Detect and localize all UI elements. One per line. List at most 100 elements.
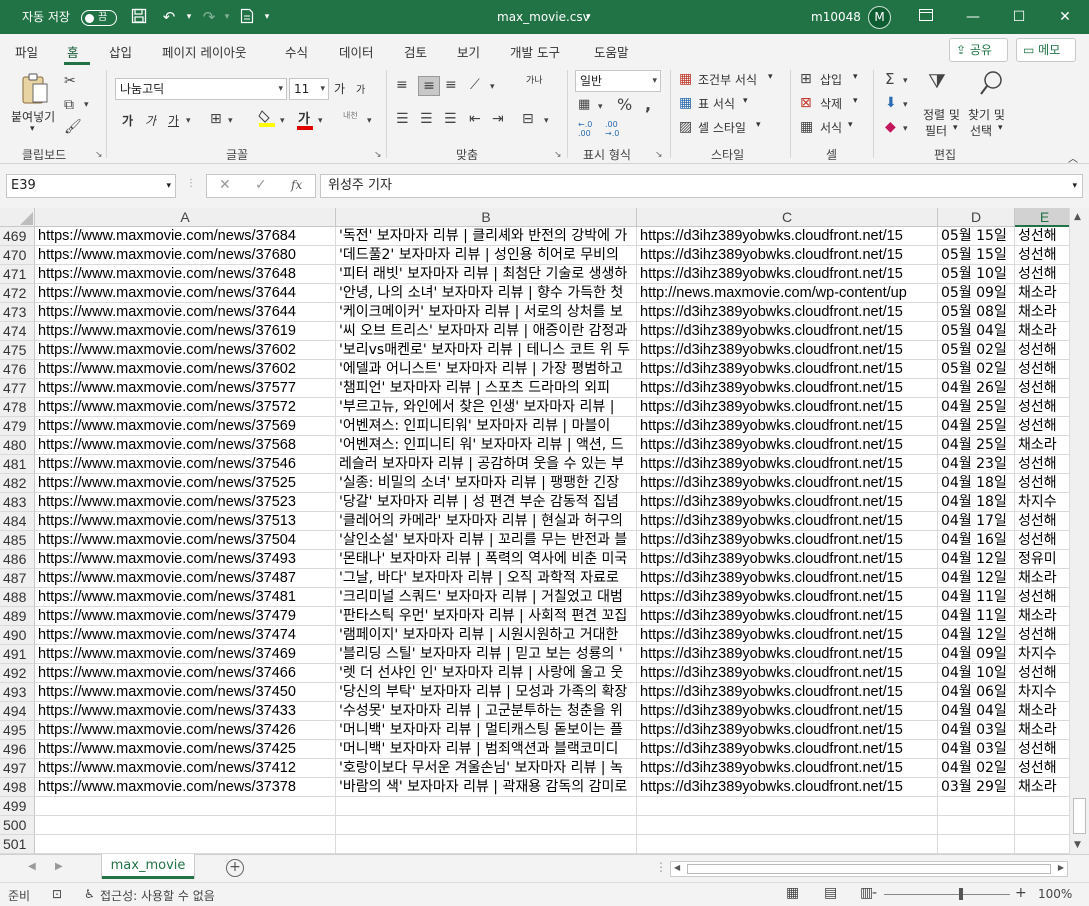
enter-icon[interactable]: ✓ — [255, 177, 267, 193]
cell-b[interactable]: 레슬러 보자마자 리뷰 | 공감하며 웃을 수 있는 부 — [336, 455, 637, 474]
column-header-b[interactable]: B — [336, 208, 637, 227]
cell-d[interactable]: 05월 15일 — [938, 246, 1015, 265]
tab-data[interactable]: 데이터 — [339, 42, 374, 61]
cell-a[interactable]: https://www.maxmovie.com/news/37426 — [35, 721, 336, 740]
row-header[interactable]: 488 — [0, 588, 35, 607]
cell-c[interactable]: https://d3ihz389yobwks.cloudfront.net/15 — [637, 398, 938, 417]
cell-e[interactable] — [1015, 816, 1069, 835]
cell-d[interactable]: 04월 06일 — [938, 683, 1015, 702]
cell-c[interactable]: https://d3ihz389yobwks.cloudfront.net/15 — [637, 588, 938, 607]
chevron-down-icon[interactable]: ▾ — [953, 123, 958, 133]
cell-b[interactable]: '머니백' 보자마자 리뷰 | 범죄액션과 블랙코미디 — [336, 740, 637, 759]
save-icon[interactable] — [130, 8, 148, 26]
cell-a[interactable]: https://www.maxmovie.com/news/37644 — [35, 303, 336, 322]
comments-button[interactable]: ▭ 메모 — [1016, 38, 1076, 62]
align-bottom-icon[interactable]: ≡ — [445, 76, 457, 94]
next-sheet-icon[interactable]: ▶ — [55, 861, 63, 872]
cell-a[interactable]: https://www.maxmovie.com/news/37568 — [35, 436, 336, 455]
cell-b[interactable]: '판타스틱 우먼' 보자마자 리뷰 | 사회적 편견 꼬집 — [336, 607, 637, 626]
cut-icon[interactable]: ✂ — [64, 72, 76, 90]
font-color-dropdown-icon[interactable]: ▾ — [318, 112, 323, 130]
decrease-indent-icon[interactable]: ⇤ — [469, 110, 481, 128]
cell-d[interactable]: 04월 12일 — [938, 569, 1015, 588]
cell-c[interactable]: https://d3ihz389yobwks.cloudfront.net/15 — [637, 531, 938, 550]
currency-icon[interactable]: ▦ — [578, 96, 590, 114]
cell-c[interactable]: https://d3ihz389yobwks.cloudfront.net/15 — [637, 683, 938, 702]
cell-a[interactable]: https://www.maxmovie.com/news/37378 — [35, 778, 336, 797]
cell-d[interactable]: 04월 17일 — [938, 512, 1015, 531]
tab-review[interactable]: 검토 — [404, 42, 427, 61]
copy-icon[interactable]: ⧉ — [64, 96, 74, 114]
row-header[interactable]: 493 — [0, 683, 35, 702]
tab-view[interactable]: 보기 — [457, 42, 480, 61]
cell-b[interactable]: '그날, 바다' 보자마자 리뷰 | 오직 과학적 자료로 — [336, 569, 637, 588]
cell-a[interactable]: https://www.maxmovie.com/news/37577 — [35, 379, 336, 398]
cell-a[interactable] — [35, 816, 336, 835]
cell-b[interactable]: '실종: 비밀의 소녀' 보자마자 리뷰 | 팽팽한 긴장 — [336, 474, 637, 493]
cell-d[interactable]: 05월 02일 — [938, 341, 1015, 360]
row-header[interactable]: 490 — [0, 626, 35, 645]
row-header[interactable]: 498 — [0, 778, 35, 797]
chevron-down-icon[interactable]: ▾ — [756, 120, 761, 130]
font-size-select[interactable]: 11 ▾ — [289, 78, 329, 100]
cell-e[interactable]: 차지수 — [1015, 493, 1069, 512]
cell-e[interactable]: 채소라 — [1015, 303, 1069, 322]
fill-icon[interactable]: ⬇ — [885, 94, 897, 112]
cell-b[interactable]: '살인소설' 보자마자 리뷰 | 꼬리를 무는 반전과 블 — [336, 531, 637, 550]
scroll-up-icon[interactable]: ▲ — [1074, 212, 1081, 222]
phonetic-icon[interactable]: 내천 — [343, 110, 358, 121]
fill-dropdown-icon[interactable]: ▾ — [903, 96, 908, 114]
formula-bar-splitter-icon[interactable]: ⋮ — [186, 178, 196, 189]
cell-e[interactable]: 성선해 — [1015, 664, 1069, 683]
cell-a[interactable]: https://www.maxmovie.com/news/37680 — [35, 246, 336, 265]
row-header[interactable]: 484 — [0, 512, 35, 531]
autosum-dropdown-icon[interactable]: ▾ — [903, 72, 908, 90]
tab-formulas[interactable]: 수식 — [285, 42, 308, 61]
cell-d[interactable] — [938, 816, 1015, 835]
fill-dropdown-icon[interactable]: ▾ — [280, 112, 285, 130]
cell-a[interactable]: https://www.maxmovie.com/news/37569 — [35, 417, 336, 436]
autosave-toggle[interactable]: 끔 — [81, 10, 117, 26]
cell-d[interactable]: 05월 10일 — [938, 265, 1015, 284]
cell-d[interactable]: 05월 02일 — [938, 360, 1015, 379]
spreadsheet-grid[interactable]: A B C D E 469 https://www.maxmovie.com/ne… — [0, 208, 1069, 854]
cell-c[interactable]: https://d3ihz389yobwks.cloudfront.net/15 — [637, 379, 938, 398]
cell-c[interactable]: https://d3ihz389yobwks.cloudfront.net/15 — [637, 246, 938, 265]
cell-a[interactable]: https://www.maxmovie.com/news/37648 — [35, 265, 336, 284]
cell-d[interactable]: 03월 29일 — [938, 778, 1015, 797]
cell-d[interactable]: 05월 15일 — [938, 227, 1015, 246]
cell-c[interactable]: https://d3ihz389yobwks.cloudfront.net/15 — [637, 265, 938, 284]
align-top-icon[interactable]: ≡ — [396, 76, 408, 94]
row-header[interactable]: 492 — [0, 664, 35, 683]
cell-b[interactable]: '클레어의 카메라' 보자마자 리뷰 | 현실과 허구의 — [336, 512, 637, 531]
cell-styles-button[interactable]: 셀 스타일 — [698, 119, 746, 136]
chevron-down-icon[interactable]: ▾ — [853, 96, 858, 106]
comma-style-icon[interactable]: , — [645, 96, 651, 114]
cell-b[interactable]: '케이크메이커' 보자마자 리뷰 | 서로의 상처를 보 — [336, 303, 637, 322]
cell-a[interactable]: https://www.maxmovie.com/news/37474 — [35, 626, 336, 645]
fill-color-icon[interactable] — [258, 108, 276, 133]
row-header[interactable]: 495 — [0, 721, 35, 740]
row-header[interactable]: 480 — [0, 436, 35, 455]
cell-e[interactable]: 성선해 — [1015, 626, 1069, 645]
row-header[interactable]: 473 — [0, 303, 35, 322]
accessibility-icon[interactable]: ♿ — [84, 887, 95, 901]
cell-c[interactable]: https://d3ihz389yobwks.cloudfront.net/15 — [637, 341, 938, 360]
cell-c[interactable] — [637, 797, 938, 816]
name-box[interactable]: E39 ▾ — [6, 174, 176, 198]
format-as-table-button[interactable]: 표 서식 — [698, 95, 735, 112]
row-header[interactable]: 479 — [0, 417, 35, 436]
cell-a[interactable]: https://www.maxmovie.com/news/37487 — [35, 569, 336, 588]
row-header[interactable]: 471 — [0, 265, 35, 284]
cell-e[interactable]: 성선해 — [1015, 417, 1069, 436]
font-launcher-icon[interactable]: ↘ — [374, 150, 382, 160]
select-all-button[interactable] — [0, 208, 35, 227]
underline-button[interactable]: 가 — [168, 112, 179, 129]
tab-page-layout[interactable]: 페이지 레이아웃 — [162, 42, 246, 61]
alignment-launcher-icon[interactable]: ↘ — [554, 150, 562, 160]
cell-a[interactable]: https://www.maxmovie.com/news/37644 — [35, 284, 336, 303]
chevron-down-icon[interactable]: ▾ — [998, 123, 1003, 133]
tab-insert[interactable]: 삽입 — [109, 42, 132, 61]
cell-d[interactable]: 04월 03일 — [938, 740, 1015, 759]
delete-cells-button[interactable]: 삭제 — [820, 95, 842, 112]
